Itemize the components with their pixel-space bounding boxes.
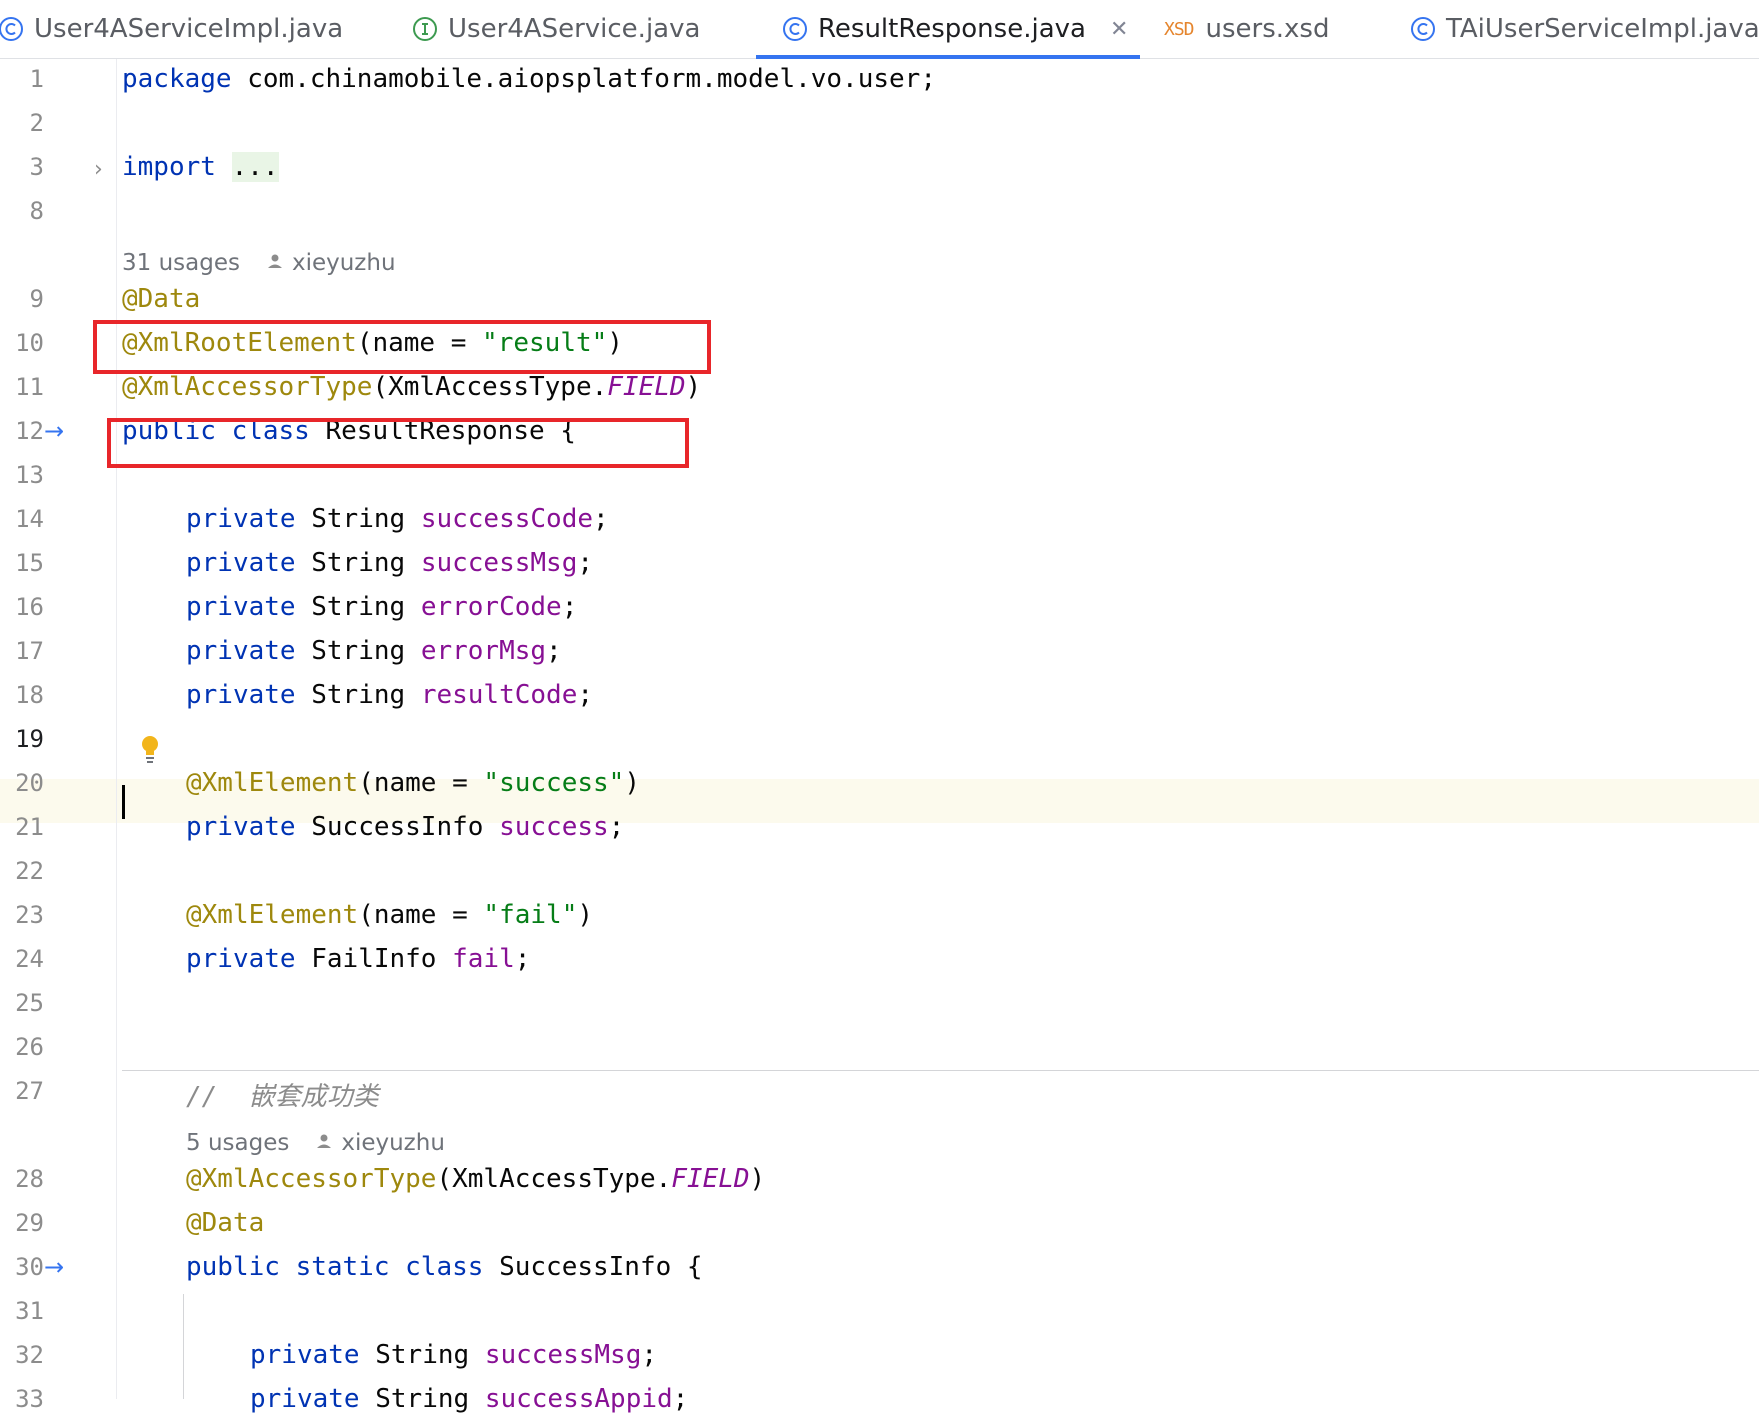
code-editor[interactable]: 1 2 3 8 9 10 11 12 13 14 15 16 17 18 19 … <box>0 59 1759 1414</box>
tab-user4aservice[interactable]: User4AService.java <box>412 0 700 58</box>
line-number: 21 <box>15 813 44 841</box>
line-number: 11 <box>15 373 44 401</box>
line-number: 3 <box>29 153 44 181</box>
tab-resultresponse[interactable]: ResultResponse.java ✕ <box>756 0 1140 59</box>
lightbulb-icon[interactable] <box>138 734 162 769</box>
close-icon[interactable]: ✕ <box>1110 17 1128 42</box>
tab-users-xsd[interactable]: XSD users.xsd <box>1164 0 1329 58</box>
code-line-18: private String resultCode; <box>186 680 594 710</box>
usages-hint[interactable]: 31 usages xieyuzhu <box>122 241 396 285</box>
implementation-arrow-icon[interactable]: → <box>44 1253 64 1281</box>
author-icon <box>315 1130 333 1156</box>
code-line-16: private String errorCode; <box>186 592 578 622</box>
code-line-27: // 嵌套成功类 <box>186 1082 379 1112</box>
line-number: 28 <box>15 1165 44 1193</box>
tab-user4aserviceimpl[interactable]: User4AServiceImpl.java <box>0 0 343 58</box>
gutter-separator <box>116 59 117 1399</box>
line-number: 9 <box>29 285 44 313</box>
usages-hint[interactable]: 5 usages xieyuzhu <box>186 1121 445 1165</box>
line-number: 20 <box>15 769 44 797</box>
line-number: 15 <box>15 549 44 577</box>
code-line-20: @XmlElement(name = "success") <box>186 768 640 798</box>
tab-label: User4AServiceImpl.java <box>34 14 344 44</box>
indent-guide <box>183 1294 184 1399</box>
code-line-17: private String errorMsg; <box>186 636 562 666</box>
author-icon <box>266 250 284 276</box>
line-number: 2 <box>29 109 44 137</box>
tab-taiuserserviceimpl[interactable]: TAiUserServiceImpl.java <box>1410 0 1759 58</box>
code-line-14: private String successCode; <box>186 504 609 534</box>
code-line-21: private SuccessInfo success; <box>186 812 625 842</box>
line-number: 31 <box>15 1297 44 1325</box>
code-line-29: @Data <box>186 1208 265 1238</box>
fold-expand-chevron-icon[interactable]: › <box>94 157 103 182</box>
line-number: 16 <box>15 593 44 621</box>
implementation-arrow-icon[interactable]: → <box>44 417 64 445</box>
line-number: 30 <box>15 1253 44 1281</box>
tab-label: users.xsd <box>1205 14 1330 44</box>
tab-label: ResultResponse.java <box>818 14 1086 44</box>
xsd-icon: XSD <box>1164 18 1194 40</box>
interface-i-icon <box>412 16 438 42</box>
line-number: 10 <box>15 329 44 357</box>
highlight-box-xmlrootelement <box>93 320 711 374</box>
folded-imports[interactable]: ... <box>231 152 279 182</box>
highlight-box-class-declaration <box>107 418 689 468</box>
line-number: 18 <box>15 681 44 709</box>
editor-tab-bar: User4AServiceImpl.java User4AService.jav… <box>0 0 1759 59</box>
code-line-24: private FailInfo fail; <box>186 944 531 974</box>
text-caret <box>122 785 125 819</box>
line-number: 17 <box>15 637 44 665</box>
code-line-3: import ... <box>122 152 279 182</box>
code-line-28: @XmlAccessorType(XmlAccessType.FIELD) <box>186 1164 766 1194</box>
line-number: 27 <box>15 1077 44 1105</box>
code-line-15: private String successMsg; <box>186 548 594 578</box>
code-line-9: @Data <box>122 284 201 314</box>
tab-label: User4AService.java <box>448 14 701 44</box>
line-number: 33 <box>15 1385 44 1413</box>
line-number: 22 <box>15 857 44 885</box>
line-number: 23 <box>15 901 44 929</box>
line-number: 12 <box>15 417 44 445</box>
line-number: 24 <box>15 945 44 973</box>
code-line-33: private String successAppid; <box>250 1384 689 1414</box>
code-line-11: @XmlAccessorType(XmlAccessType.FIELD) <box>122 372 702 402</box>
code-line-23: @XmlElement(name = "fail") <box>186 900 593 930</box>
method-separator <box>122 1070 1759 1071</box>
code-line-1: package com.chinamobile.aiopsplatform.mo… <box>122 64 936 94</box>
class-c-icon <box>782 16 808 42</box>
tab-label: TAiUserServiceImpl.java <box>1446 14 1759 44</box>
class-c-icon <box>0 16 24 42</box>
line-number: 14 <box>15 505 44 533</box>
code-line-30: public static class SuccessInfo { <box>186 1252 703 1282</box>
line-number: 29 <box>15 1209 44 1237</box>
code-line-32: private String successMsg; <box>250 1340 658 1370</box>
line-number: 8 <box>29 197 44 225</box>
line-number: 25 <box>15 989 44 1017</box>
line-number: 26 <box>15 1033 44 1061</box>
line-number: 13 <box>15 461 44 489</box>
class-c-icon <box>1410 16 1436 42</box>
line-number: 1 <box>29 65 44 93</box>
line-number: 32 <box>15 1341 44 1369</box>
line-number-current: 19 <box>15 725 44 753</box>
